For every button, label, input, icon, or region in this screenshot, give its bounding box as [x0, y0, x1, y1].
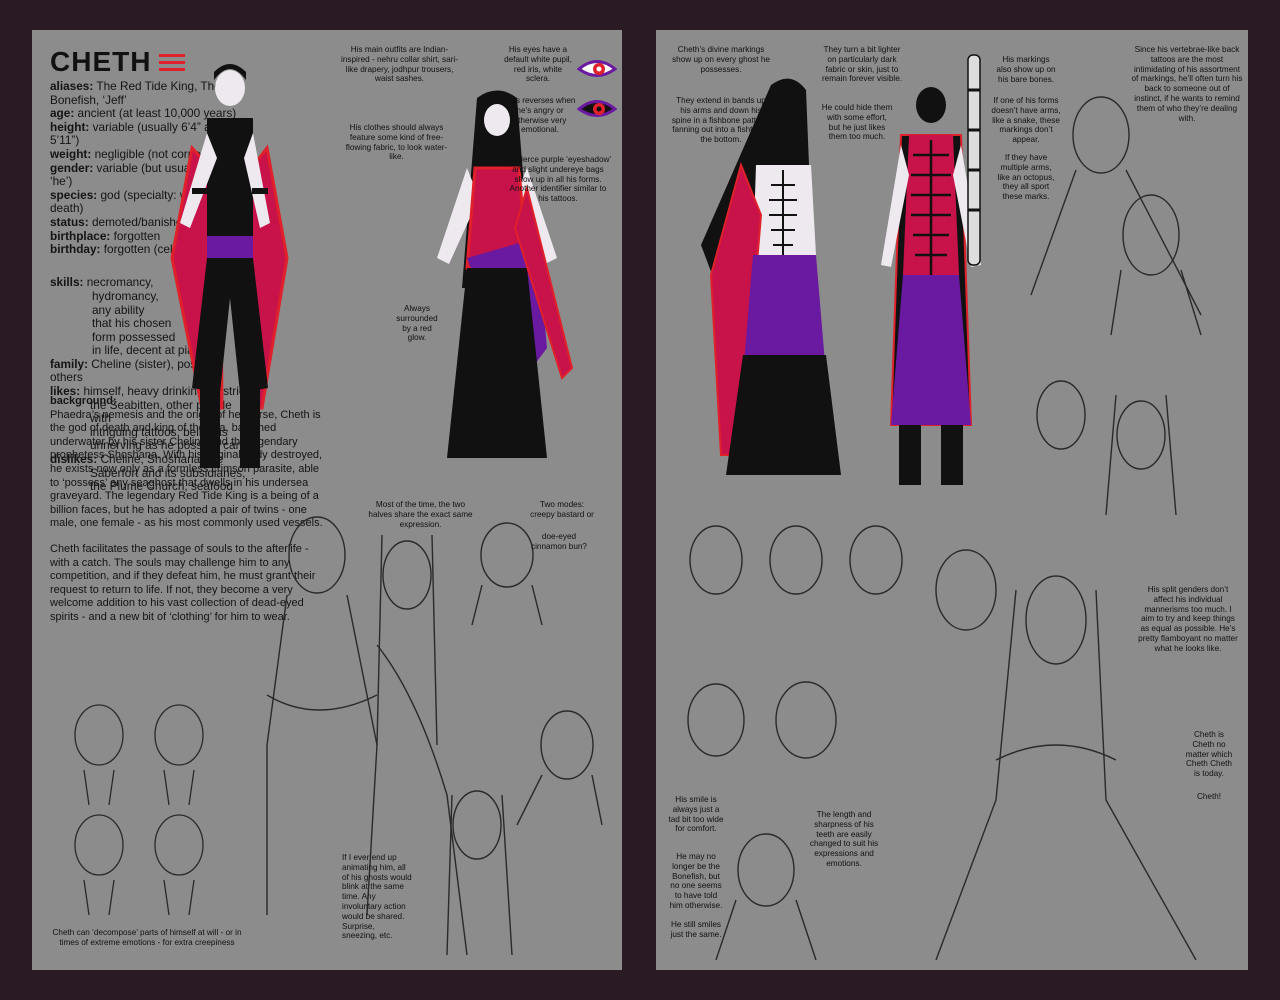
note-bands: They extend in bands up his arms and dow…: [671, 96, 771, 145]
sketch-group: [687, 525, 1197, 960]
note-animating: If I ever end up animating him, all of h…: [342, 853, 412, 941]
note-genders: His split genders don’t affect his indiv…: [1138, 585, 1238, 653]
note-arms: If one of his forms doesn’t have arms, l…: [991, 96, 1061, 145]
sheet-panel-right: Cheth’s divine markings show up on every…: [656, 30, 1248, 970]
note-teeth: The length and sharpness of his teeth ar…: [809, 810, 879, 868]
note-cheth-excl: Cheth!: [1196, 792, 1222, 801]
sketch-group: [266, 516, 603, 956]
note-glow: Always surrounded by a red glow.: [396, 304, 438, 343]
eye-icon: [577, 100, 617, 117]
note-expression: Most of the time, the two halves share t…: [368, 500, 473, 529]
note-modes-1: Two modes: creepy bastard or: [530, 500, 594, 519]
note-modes-2: doe-eyed cinnamon bun?: [531, 532, 587, 551]
note-water: His clothes should always feature some k…: [345, 123, 448, 162]
eye-icon: [577, 60, 617, 77]
note-reverses: This reverses when he’s angry or otherwi…: [504, 96, 576, 135]
skull-sketches: [74, 704, 204, 916]
note-multiple: If they have multiple arms, like an octo…: [997, 153, 1055, 202]
note-decompose: Cheth can ‘decompose’ parts of himself a…: [52, 928, 242, 947]
note-cheth-is: Cheth is Cheth no matter which Cheth Che…: [1185, 730, 1233, 779]
note-outfits: His main outfits are Indian-inspired - n…: [341, 45, 458, 84]
page-title: CHETH: [50, 46, 152, 77]
note-eyeshadow: His fierce purple ‘eyeshadow’ and slight…: [504, 155, 612, 204]
note-smile: His smile is always just a tad bit too w…: [668, 795, 724, 834]
note-bonefish: He may no longer be the Bonefish, but no…: [669, 852, 723, 910]
note-eyes: His eyes have a default white pupil, red…: [504, 45, 572, 84]
sheet-panel-left: CHETH aliases: The Red Tide King, The Bo…: [32, 30, 622, 970]
note-lighter: They turn a bit lighter on particularly …: [821, 45, 903, 84]
note-still: He still smiles just the same.: [670, 920, 722, 939]
note-hide: He could hide them with some effort, but…: [821, 103, 893, 142]
note-bones: His markings also show up on his bare bo…: [996, 55, 1056, 84]
note-markings: Cheth’s divine markings show up on every…: [672, 45, 770, 74]
skeleton-arm-sketch: [967, 54, 981, 266]
note-vertebrae: Since his vertebrae-like back tattoos ar…: [1131, 45, 1243, 123]
male-front-figure: [170, 64, 289, 468]
